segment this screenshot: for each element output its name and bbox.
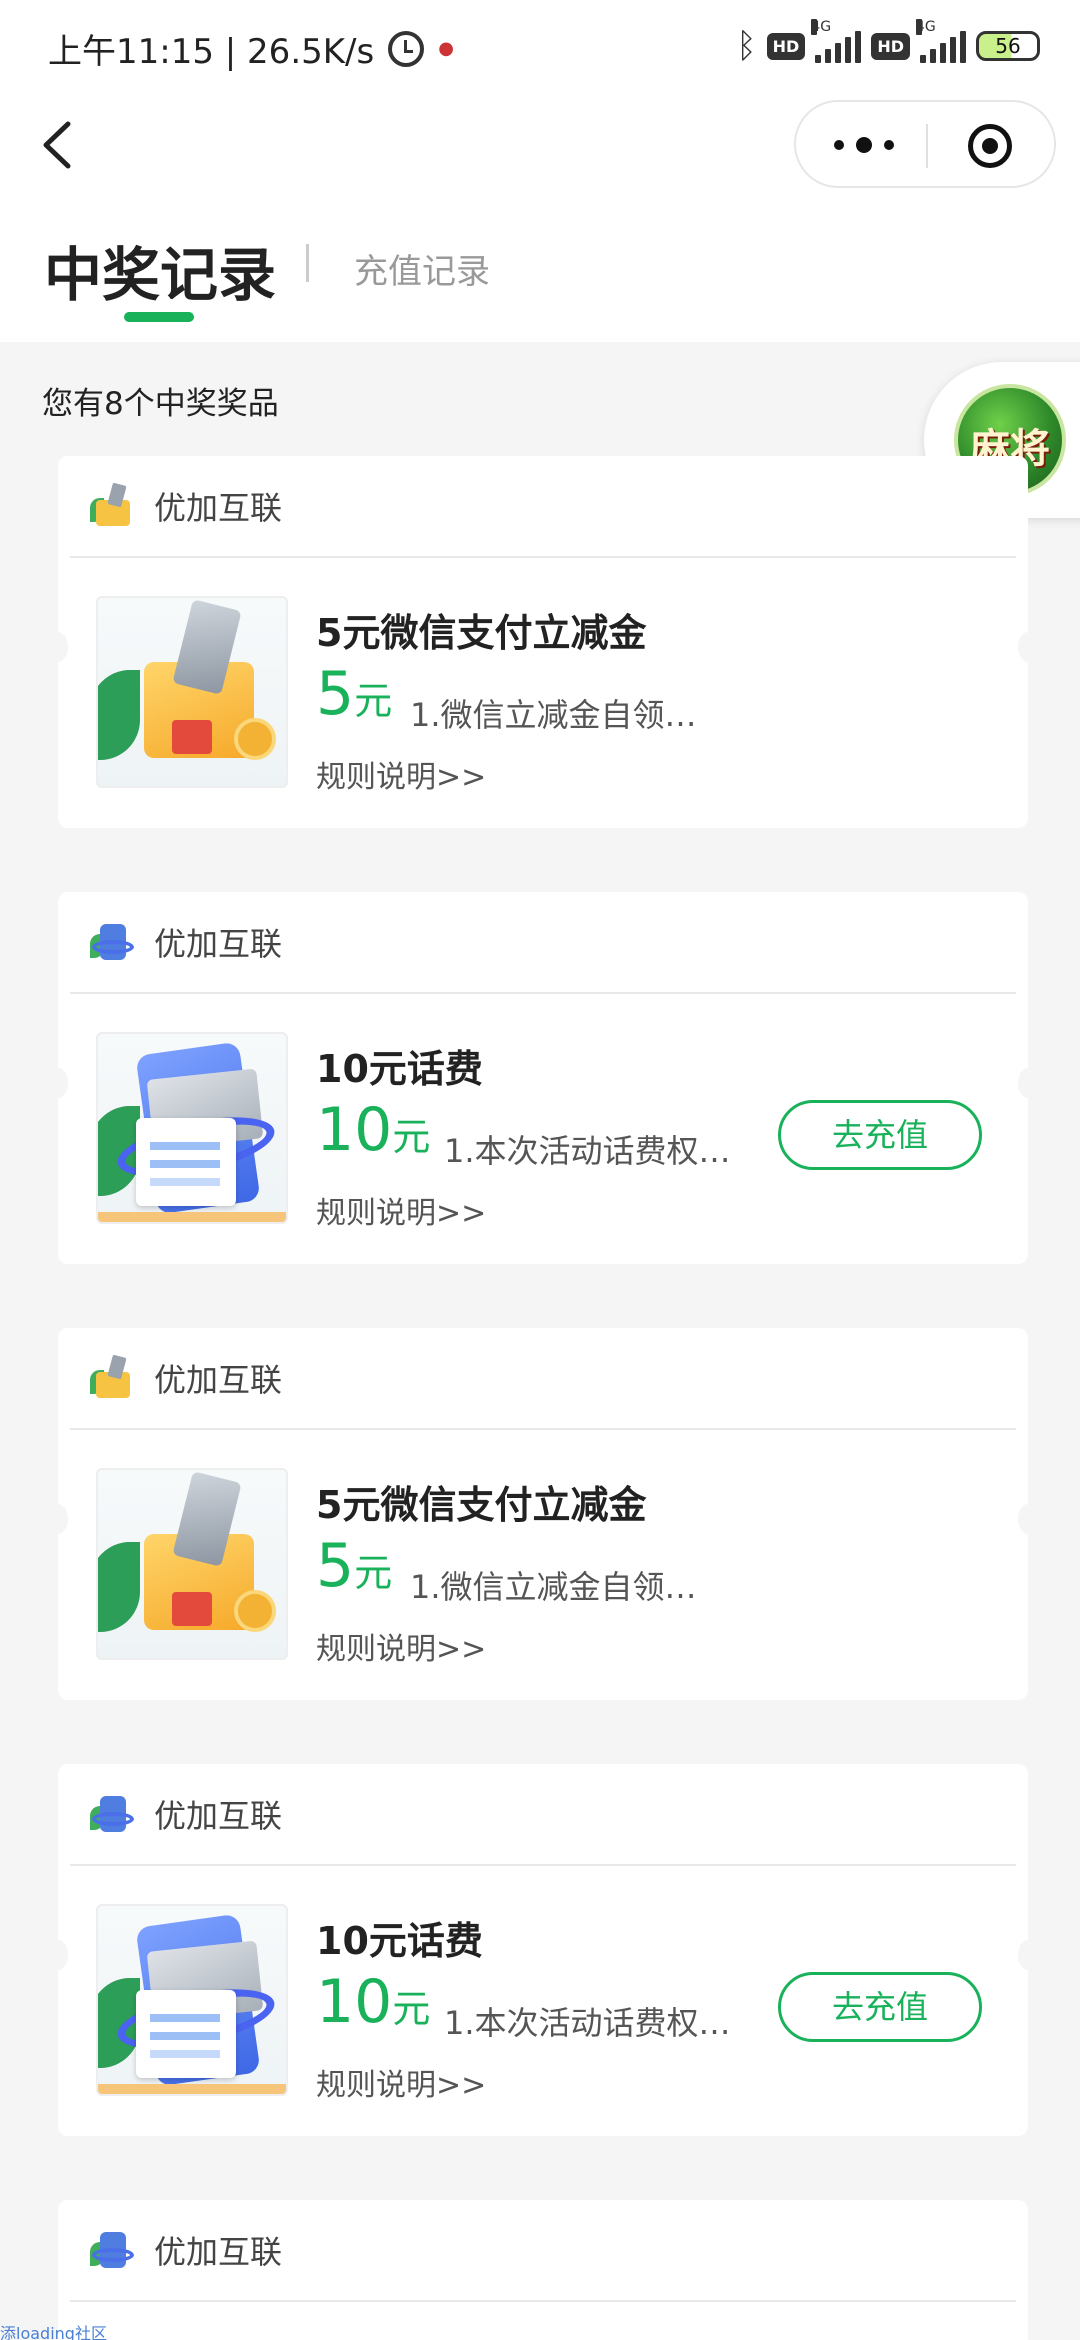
prize-value: 5元 bbox=[316, 1536, 392, 1596]
brand-name: 优加互联 bbox=[154, 2233, 283, 2271]
hd-badge: HD bbox=[871, 32, 910, 60]
signal-icon: 4G bbox=[811, 19, 862, 63]
prize-unit: 元 bbox=[354, 1551, 393, 1595]
status-time: 上午11:15 | 26.5K/s bbox=[48, 32, 375, 72]
prize-title: 5元微信支付立减金 bbox=[316, 1483, 647, 1527]
target-icon[interactable] bbox=[968, 124, 1012, 168]
card-header: 优加互联 bbox=[90, 1786, 282, 1842]
network-type: 4G bbox=[811, 19, 832, 35]
prize-amount: 10 bbox=[316, 1095, 393, 1165]
brand-logo-icon bbox=[90, 1790, 138, 1838]
rules-link[interactable]: 规则说明>> bbox=[316, 752, 486, 796]
prize-unit: 元 bbox=[392, 1115, 431, 1159]
rules-link[interactable]: 规则说明>> bbox=[316, 2060, 486, 2104]
status-left: 上午11:15 | 26.5K/s ● bbox=[48, 24, 454, 73]
brand-logo-icon bbox=[90, 1354, 138, 1402]
prize-card: 优加互联 10元话费 10元 1.本次活动话费权… 规则说明>> 去充值 bbox=[48, 1764, 1038, 2136]
card-divider bbox=[70, 2300, 1016, 2302]
tab-prize-records[interactable]: 中奖记录 bbox=[44, 228, 276, 312]
prize-unit: 元 bbox=[354, 679, 393, 723]
prize-title: 10元话费 bbox=[316, 1047, 483, 1091]
prize-card: 优加互联 bbox=[58, 2200, 1028, 2340]
recharge-button[interactable]: 去充值 bbox=[778, 1100, 982, 1170]
prize-value: 10元 bbox=[316, 1100, 430, 1160]
tab-divider bbox=[306, 244, 309, 282]
phone-credit-image bbox=[96, 1904, 288, 2096]
prize-description: 1.本次活动话费权… bbox=[444, 1132, 731, 1170]
card-divider bbox=[70, 556, 1016, 558]
status-bar: 上午11:15 | 26.5K/s ● ᛒ HD 4G HD 4G 56 bbox=[0, 0, 1080, 96]
card-divider bbox=[70, 992, 1016, 994]
card-header: 优加互联 bbox=[90, 1350, 282, 1406]
hd-badge: HD bbox=[766, 32, 806, 60]
prize-title: 10元话费 bbox=[316, 1919, 483, 1963]
prize-amount: 5 bbox=[316, 1531, 355, 1601]
rules-link[interactable]: 规则说明>> bbox=[316, 1188, 486, 1232]
back-icon[interactable] bbox=[36, 120, 86, 170]
prize-card: 优加互联 5元微信支付立减金 5元 1.微信立减金自领… 规则说明>> bbox=[48, 456, 1038, 828]
rules-link[interactable]: 规则说明>> bbox=[316, 1624, 486, 1668]
prize-card: 优加互联 5元微信支付立减金 5元 1.微信立减金自领… 规则说明>> bbox=[48, 1328, 1038, 1700]
card-header: 优加互联 bbox=[90, 478, 282, 534]
mini-program-capsule bbox=[794, 100, 1056, 188]
prize-amount: 5 bbox=[316, 659, 355, 729]
brand-name: 优加互联 bbox=[154, 925, 283, 963]
brand-logo-icon bbox=[90, 918, 138, 966]
battery-icon: 56 bbox=[976, 31, 1040, 61]
card-divider bbox=[70, 1428, 1016, 1430]
prize-description: 1.微信立减金自领… bbox=[410, 1568, 697, 1606]
recharge-button[interactable]: 去充值 bbox=[778, 1972, 982, 2042]
notification-icon: ● bbox=[438, 38, 454, 59]
capsule-divider bbox=[926, 124, 928, 168]
phone-credit-image bbox=[96, 1032, 288, 1224]
brand-name: 优加互联 bbox=[154, 1797, 283, 1835]
wechat-coupon-image bbox=[96, 596, 288, 788]
prize-title: 5元微信支付立减金 bbox=[316, 611, 647, 655]
brand-logo-icon bbox=[90, 2226, 138, 2274]
bluetooth-icon: ᛒ bbox=[736, 26, 757, 66]
card-divider bbox=[70, 1864, 1016, 1866]
prize-description: 1.微信立减金自领… bbox=[410, 696, 697, 734]
status-right: ᛒ HD 4G HD 4G 56 bbox=[736, 19, 1040, 66]
brand-logo-icon bbox=[90, 482, 138, 530]
brand-name: 优加互联 bbox=[154, 1361, 283, 1399]
prize-amount: 10 bbox=[316, 1967, 393, 2037]
prize-unit: 元 bbox=[392, 1987, 431, 2031]
watermark: 添loading社区 bbox=[0, 2324, 107, 2340]
more-dots-icon[interactable] bbox=[834, 132, 894, 158]
card-header: 优加互联 bbox=[90, 914, 282, 970]
card-header: 优加互联 bbox=[90, 2222, 282, 2278]
prize-value: 5元 bbox=[316, 664, 392, 724]
tab-active-indicator bbox=[124, 312, 194, 322]
prize-description: 1.本次活动话费权… bbox=[444, 2004, 731, 2042]
prize-card: 优加互联 10元话费 10元 1.本次活动话费权… 规则说明>> 去充值 bbox=[48, 892, 1038, 1264]
prize-count: 您有8个中奖奖品 bbox=[42, 386, 279, 422]
brand-name: 优加互联 bbox=[154, 489, 283, 527]
alarm-icon bbox=[388, 30, 425, 67]
signal-icon: 4G bbox=[916, 19, 966, 63]
network-type: 4G bbox=[916, 19, 936, 35]
wechat-coupon-image bbox=[96, 1468, 288, 1660]
prize-value: 10元 bbox=[316, 1972, 430, 2032]
tab-recharge-records[interactable]: 充值记录 bbox=[354, 244, 490, 293]
